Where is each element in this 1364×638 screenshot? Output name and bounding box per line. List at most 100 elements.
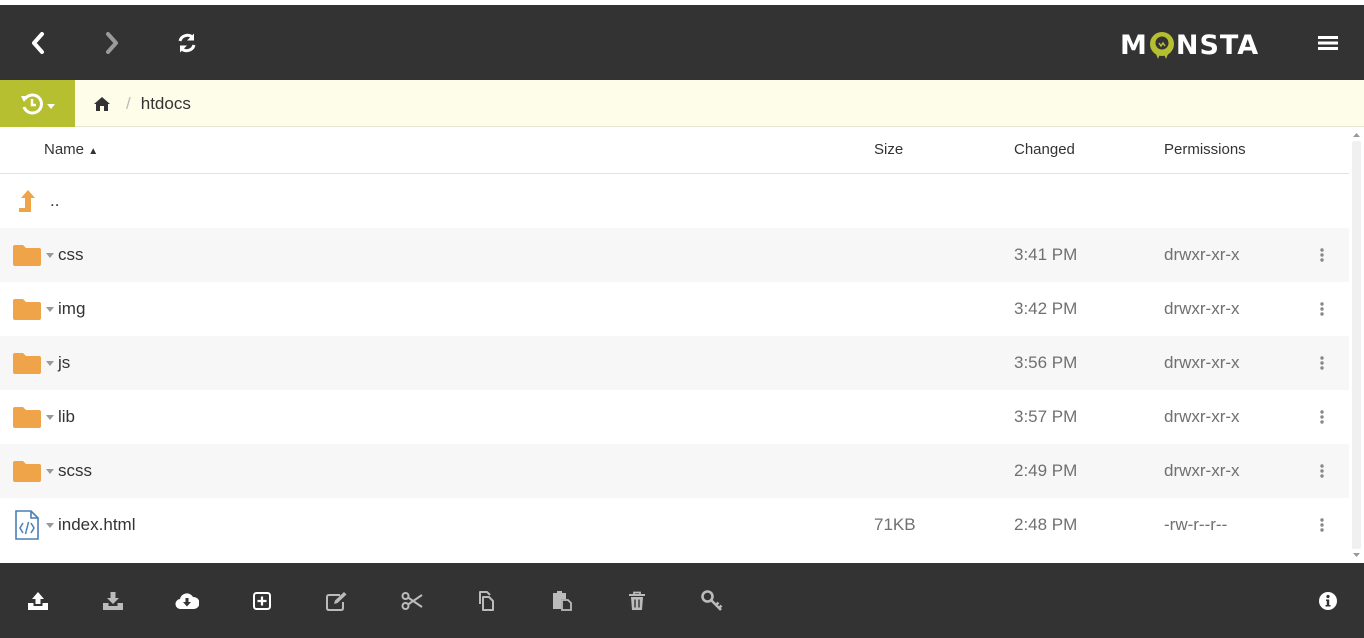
sort-ascending-icon: ▲: [88, 146, 99, 157]
parent-directory-icon: [16, 174, 38, 228]
cloud-download-icon: [175, 592, 199, 609]
cut-button[interactable]: [392, 563, 432, 638]
copy-button[interactable]: [467, 563, 507, 638]
row-actions-menu-button[interactable]: [1313, 390, 1331, 444]
file-permissions: drwxr-xr-x: [1164, 299, 1240, 318]
file-row[interactable]: scss 2:49 PM drwxr-xr-x: [0, 444, 1349, 498]
file-changed: 3:57 PM: [1014, 407, 1078, 426]
upload-button[interactable]: [18, 563, 58, 638]
breadcrumb: / htdocs: [94, 80, 191, 127]
top-navbar: M NSTA: [0, 5, 1364, 80]
new-item-icon: [253, 591, 271, 610]
row-context-caret-icon[interactable]: [42, 228, 56, 282]
vertical-ellipsis-icon: [1320, 302, 1324, 316]
main-menu-button[interactable]: [1298, 5, 1358, 80]
parent-directory-row[interactable]: ..: [0, 174, 1349, 228]
file-name[interactable]: index.html: [58, 498, 135, 552]
breadcrumb-bar: / htdocs: [0, 80, 1364, 127]
column-size-header[interactable]: Size: [874, 141, 903, 158]
file-changed: 3:56 PM: [1014, 353, 1078, 372]
file-permissions: -rw-r--r--: [1164, 515, 1228, 534]
file-row[interactable]: img 3:42 PM drwxr-xr-x: [0, 282, 1349, 336]
vertical-ellipsis-icon: [1320, 248, 1324, 262]
new-item-button[interactable]: [242, 563, 282, 638]
folder-icon: [13, 336, 41, 390]
column-name-label: Name: [44, 141, 85, 158]
file-list-header: Name ▲ Size Changed Permissions: [0, 127, 1349, 174]
copy-icon: [479, 590, 494, 611]
row-context-caret-icon[interactable]: [42, 390, 56, 444]
chevron-left-icon: [32, 31, 44, 54]
file-row[interactable]: js 3:56 PM drwxr-xr-x: [0, 336, 1349, 390]
row-actions-menu-button[interactable]: [1313, 228, 1331, 282]
refresh-icon: [178, 33, 196, 52]
logo-text-right: NSTA: [1175, 29, 1260, 61]
code-file-icon: [14, 498, 40, 552]
file-name[interactable]: scss: [58, 444, 92, 498]
row-actions-menu-button[interactable]: [1313, 282, 1331, 336]
back-button[interactable]: [8, 5, 68, 80]
file-list: Name ▲ Size Changed Permissions .. css 3…: [0, 127, 1349, 563]
file-name[interactable]: img: [58, 282, 85, 336]
paste-icon: [553, 591, 572, 611]
file-row[interactable]: css 3:41 PM drwxr-xr-x: [0, 228, 1349, 282]
folder-icon: [13, 282, 41, 336]
row-context-caret-icon[interactable]: [42, 282, 56, 336]
file-name[interactable]: js: [58, 336, 70, 390]
chevron-right-icon: [106, 31, 118, 54]
file-changed: 3:42 PM: [1014, 299, 1078, 318]
file-name[interactable]: css: [58, 228, 84, 282]
file-size: 71KB: [874, 515, 916, 534]
fetch-file-button[interactable]: [167, 563, 207, 638]
breadcrumb-current[interactable]: htdocs: [141, 94, 191, 114]
monsta-logo: M NSTA: [1120, 27, 1259, 63]
refresh-button[interactable]: [157, 5, 217, 80]
column-changed-header[interactable]: Changed: [1014, 141, 1075, 158]
bottom-toolbar: [0, 563, 1364, 638]
download-button[interactable]: [93, 563, 133, 638]
edit-icon: [326, 591, 347, 611]
paste-button[interactable]: [542, 563, 582, 638]
row-actions-menu-button[interactable]: [1313, 498, 1331, 552]
permissions-button[interactable]: [692, 563, 732, 638]
home-breadcrumb-button[interactable]: [94, 96, 110, 111]
file-list-scrollbar[interactable]: [1349, 127, 1364, 563]
row-actions-menu-button[interactable]: [1313, 336, 1331, 390]
scrollbar-thumb[interactable]: [1352, 141, 1361, 549]
edit-button[interactable]: [317, 563, 357, 638]
key-icon: [701, 589, 723, 611]
file-name[interactable]: lib: [58, 390, 75, 444]
vertical-ellipsis-icon: [1320, 356, 1324, 370]
file-permissions: drwxr-xr-x: [1164, 353, 1240, 372]
history-dropdown-button[interactable]: [0, 80, 75, 127]
breadcrumb-separator: /: [126, 93, 131, 113]
cut-icon: [401, 591, 423, 610]
file-changed: 3:41 PM: [1014, 245, 1078, 264]
row-context-caret-icon[interactable]: [42, 498, 56, 552]
folder-icon: [13, 390, 41, 444]
forward-button[interactable]: [82, 5, 142, 80]
file-changed: 2:49 PM: [1014, 461, 1078, 480]
logo-monster-icon: [1149, 32, 1175, 59]
history-icon: [21, 93, 43, 114]
folder-icon: [13, 228, 41, 282]
file-permissions: drwxr-xr-x: [1164, 407, 1240, 426]
home-icon: [94, 96, 110, 111]
logo-text-left: M: [1120, 29, 1148, 61]
column-name-header[interactable]: Name ▲: [44, 141, 98, 158]
row-actions-menu-button[interactable]: [1313, 444, 1331, 498]
file-row[interactable]: index.html 71KB 2:48 PM -rw-r--r--: [0, 498, 1349, 552]
vertical-ellipsis-icon: [1320, 464, 1324, 478]
parent-directory-label: ..: [50, 191, 60, 210]
scroll-up-arrow-icon[interactable]: [1349, 129, 1364, 141]
row-context-caret-icon[interactable]: [42, 444, 56, 498]
info-button[interactable]: [1308, 563, 1348, 638]
info-icon: [1319, 591, 1337, 610]
column-permissions-header[interactable]: Permissions: [1164, 141, 1246, 158]
delete-button[interactable]: [617, 563, 657, 638]
row-context-caret-icon[interactable]: [42, 336, 56, 390]
file-permissions: drwxr-xr-x: [1164, 245, 1240, 264]
file-permissions: drwxr-xr-x: [1164, 461, 1240, 480]
scroll-down-arrow-icon[interactable]: [1349, 549, 1364, 561]
file-row[interactable]: lib 3:57 PM drwxr-xr-x: [0, 390, 1349, 444]
